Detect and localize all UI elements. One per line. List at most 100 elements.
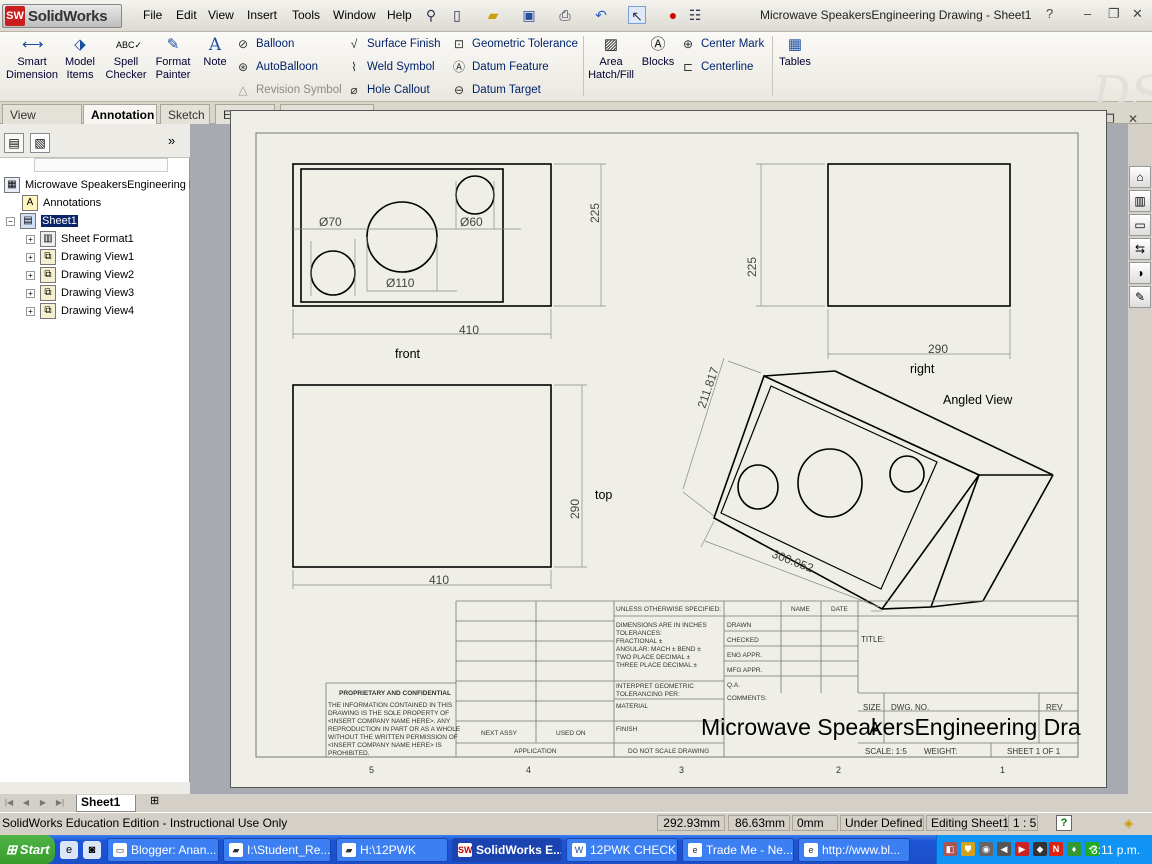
help-question-icon[interactable]: ?	[1046, 6, 1053, 21]
hole-callout-button[interactable]: ⌀ Hole Callout	[346, 82, 429, 98]
solidworks-logo[interactable]: SW SolidWorks	[2, 4, 122, 28]
start-button[interactable]: ⊞ Start	[0, 835, 55, 864]
help-icon[interactable]: ?	[1056, 815, 1072, 831]
internet-explorer-icon[interactable]: e	[60, 841, 78, 859]
previous-sheet-icon[interactable]: ◀	[20, 797, 32, 809]
undo-icon[interactable]: ↶	[592, 6, 610, 24]
blocks-button[interactable]: Ⓐ Blocks	[640, 36, 676, 69]
pin-icon[interactable]: ⚲	[422, 6, 440, 24]
drawing-sheet[interactable]: Ø70 Ø60 Ø110 410 225 front 225 290 right	[230, 110, 1107, 788]
options-icon[interactable]: ☷	[686, 6, 704, 24]
center-mark-button[interactable]: ⊕ Center Mark	[680, 36, 764, 52]
first-sheet-icon[interactable]: |◀	[3, 797, 15, 809]
tree-item-drawing-view[interactable]: + ⧉ Drawing View1	[26, 248, 134, 266]
appearances-icon[interactable]: ◑	[1129, 262, 1151, 284]
tree-item-sheet-format[interactable]: + ▥ Sheet Format1	[26, 230, 134, 248]
format-painter-button[interactable]: ✎ Format Painter	[152, 36, 194, 82]
property-manager-tab-icon[interactable]: ▧	[30, 133, 50, 153]
menu-window[interactable]: Window	[333, 8, 376, 22]
view-palette-icon[interactable]: ⇆	[1129, 238, 1151, 260]
menu-help[interactable]: Help	[387, 8, 412, 22]
collapse-icon[interactable]: −	[6, 216, 15, 226]
weld-symbol-button[interactable]: ⌇ Weld Symbol	[346, 59, 434, 75]
print-icon[interactable]: ⎙	[556, 6, 574, 24]
expand-icon[interactable]: +	[26, 252, 35, 262]
menu-tools[interactable]: Tools	[292, 8, 320, 22]
menu-file[interactable]: File	[143, 8, 162, 22]
restore-button[interactable]: ❐	[1108, 6, 1120, 22]
panel-horizontal-scrollbar[interactable]	[0, 782, 190, 794]
weld-symbol-icon: ⌇	[351, 60, 357, 74]
expand-icon[interactable]: +	[26, 288, 35, 298]
tab-sketch[interactable]: Sketch	[160, 104, 210, 124]
surface-finish-button[interactable]: √ Surface Finish	[346, 36, 441, 52]
tray-icon[interactable]: ◉	[979, 842, 993, 856]
menu-edit[interactable]: Edit	[176, 8, 197, 22]
menu-insert[interactable]: Insert	[247, 8, 277, 22]
revision-symbol-button[interactable]: △ Revision Symbol	[235, 82, 341, 98]
datum-feature-button[interactable]: Ⓐ Datum Feature	[451, 59, 549, 75]
feature-tree-tab-icon[interactable]: ▤	[4, 133, 24, 153]
tb-name-header: NAME	[791, 606, 810, 613]
file-explorer-icon[interactable]: ▭	[1129, 214, 1151, 236]
model-items-button[interactable]: ⬗ Model Items	[62, 36, 98, 82]
expand-icon[interactable]: +	[26, 234, 35, 244]
expand-icon[interactable]: +	[26, 306, 35, 316]
taskbar-item[interactable]: ▰ I:\Student_Re...	[223, 838, 331, 862]
open-folder-icon[interactable]: ▰	[484, 6, 502, 24]
design-library-icon[interactable]: ▥	[1129, 190, 1151, 212]
tree-item-annotations[interactable]: A Annotations	[22, 194, 101, 212]
taskbar-item[interactable]: e Trade Me - Ne...	[682, 838, 794, 862]
menu-view[interactable]: View	[208, 8, 234, 22]
tray-icon[interactable]: ◧	[943, 842, 957, 856]
feature-tree-filter[interactable]	[34, 158, 168, 172]
spell-checker-button[interactable]: ABC✓ Spell Checker	[104, 36, 148, 82]
sheet-tab[interactable]: Sheet1	[76, 795, 136, 812]
next-sheet-icon[interactable]: ▶	[37, 797, 49, 809]
status-scale[interactable]: 1 : 5	[1008, 815, 1038, 831]
last-sheet-icon[interactable]: ▶|	[54, 797, 66, 809]
minimize-button[interactable]: –	[1084, 6, 1091, 21]
tree-item-sheet1[interactable]: − ▤ Sheet1	[6, 212, 78, 230]
quick-launch-icon[interactable]: ◙	[83, 841, 101, 859]
taskbar-item-active[interactable]: SW SolidWorks E...	[452, 838, 562, 862]
clock[interactable]: 3:11 p.m.	[1091, 843, 1140, 857]
tables-button[interactable]: ▦ Tables	[776, 36, 814, 69]
taskbar-item[interactable]: ▭ Blogger: Anan...	[107, 838, 219, 862]
expand-icon[interactable]: +	[26, 270, 35, 280]
shield-icon[interactable]: ⛊	[961, 842, 975, 856]
rebuild-notification-icon[interactable]: ◈	[1124, 816, 1133, 830]
solidworks-resources-icon[interactable]: ⌂	[1129, 166, 1151, 188]
tray-icon[interactable]: ▶	[1015, 842, 1029, 856]
tray-n-icon[interactable]: N	[1049, 842, 1063, 856]
balloon-button[interactable]: ⊘ Balloon	[235, 36, 294, 52]
save-icon[interactable]: ▣	[520, 6, 538, 24]
note-button[interactable]: A Note	[200, 36, 230, 69]
datum-target-button[interactable]: ⊖ Datum Target	[451, 82, 541, 98]
tree-item-drawing-view[interactable]: + ⧉ Drawing View2	[26, 266, 134, 284]
expand-panel-icon[interactable]: »	[168, 133, 175, 148]
new-document-icon[interactable]: ▯	[448, 6, 466, 24]
centerline-button[interactable]: ⊏ Centerline	[680, 59, 753, 75]
close-button[interactable]: ✕	[1132, 6, 1143, 22]
tab-view-layout[interactable]: View Layout	[2, 104, 82, 136]
sheet-close-button[interactable]: ✕	[1128, 112, 1138, 126]
tray-icon[interactable]: ♦	[1067, 842, 1081, 856]
taskbar-item[interactable]: W 12PWK CHECK...	[566, 838, 678, 862]
custom-properties-icon[interactable]: ✎	[1129, 286, 1151, 308]
tree-item-drawing-view[interactable]: + ⧉ Drawing View4	[26, 302, 134, 320]
area-hatch-fill-button[interactable]: ▨ Area Hatch/Fill	[586, 36, 636, 82]
tree-root[interactable]: ▦ Microwave SpeakersEngineering D	[4, 176, 197, 194]
tab-annotation[interactable]: Annotation	[83, 104, 157, 124]
rebuild-traffic-light-icon[interactable]: ●	[664, 6, 682, 24]
smart-dimension-button[interactable]: ⟷ Smart Dimension	[4, 36, 60, 82]
select-pointer-icon[interactable]: ↖	[628, 6, 646, 24]
taskbar-item[interactable]: ▰ H:\12PWK	[336, 838, 448, 862]
tray-icon[interactable]: ◆	[1033, 842, 1047, 856]
tree-item-drawing-view[interactable]: + ⧉ Drawing View3	[26, 284, 134, 302]
geometric-tolerance-button[interactable]: ⊡ Geometric Tolerance	[451, 36, 578, 52]
volume-icon[interactable]: ◀	[997, 842, 1011, 856]
add-sheet-icon[interactable]: ⊞	[150, 794, 159, 807]
autoballoon-button[interactable]: ⊛ AutoBalloon	[235, 59, 318, 75]
taskbar-item[interactable]: e http://www.bl...	[798, 838, 910, 862]
